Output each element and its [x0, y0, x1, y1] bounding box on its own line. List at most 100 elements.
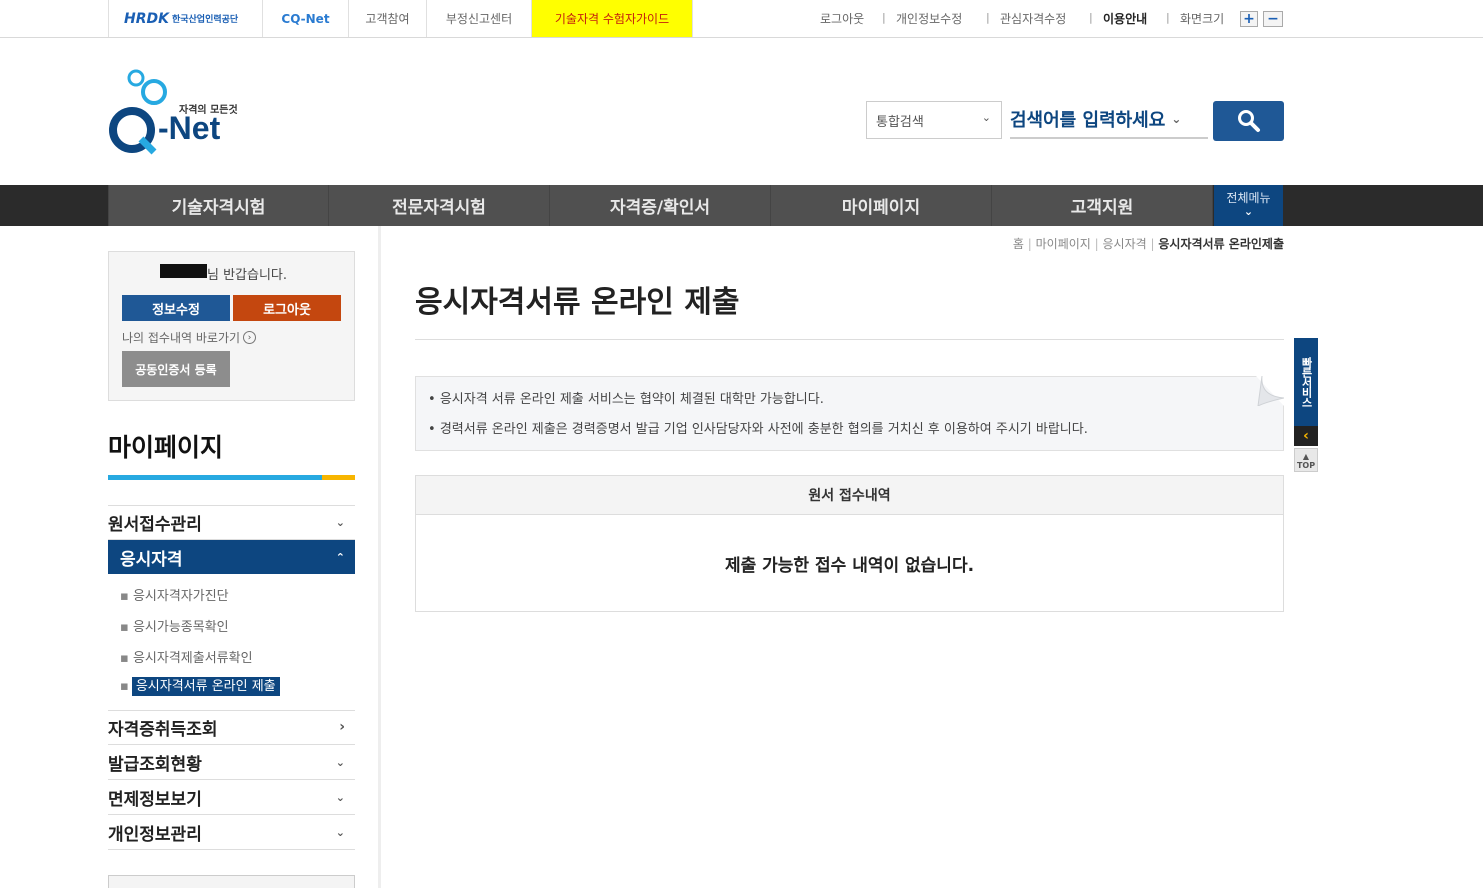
- notice-box: • 응시자격 서류 온라인 제출 서비스는 협약이 체결된 대학만 가능합니다.…: [415, 376, 1284, 451]
- masked-username: [160, 264, 207, 278]
- gnb-certificate[interactable]: 자격증/확인서: [550, 185, 771, 226]
- zoom-out-button[interactable]: −: [1263, 11, 1283, 27]
- breadcrumb-eligibility[interactable]: 응시자격: [1103, 237, 1147, 251]
- submenu-self-check[interactable]: ▪ 응시자격자가진단: [120, 585, 229, 604]
- gnb-mypage[interactable]: 마이페이지: [771, 185, 992, 226]
- separator: |: [1089, 11, 1093, 24]
- exam-guide-link[interactable]: 기술자격 수험자가이드: [531, 0, 693, 37]
- separator: |: [1027, 237, 1036, 251]
- sidebar-title: 마이페이지: [108, 433, 224, 462]
- separator: |: [986, 11, 990, 24]
- submenu-label: 응시자격제출서류확인: [132, 651, 253, 666]
- sidebar-item-issue-status[interactable]: 발급조회현황 ⌄: [108, 745, 355, 780]
- all-menu-button[interactable]: 전체메뉴 ⌄: [1214, 185, 1283, 226]
- notice-item: • 경력서류 온라인 제출은 경력증명서 발급 기업 인사담당자와 사전에 충분…: [428, 418, 1088, 437]
- user-box: 님 반갑습니다. 정보수정 로그아웃 나의 접수내역 바로가기 › 공동인증서 …: [108, 251, 355, 401]
- bullet-icon: •: [428, 392, 440, 407]
- interest-edit-link[interactable]: 관심자격수정: [1000, 10, 1066, 27]
- sidebar-item-label: 자격증취득조회: [108, 719, 218, 740]
- sidebar-item-label: 면제정보보기: [108, 789, 202, 810]
- cqnet-logo-text: CQ-Net: [281, 11, 330, 26]
- sidebar-item-label: 발급조회현황: [108, 754, 202, 775]
- sidebar-banner: [108, 875, 355, 888]
- logout-button[interactable]: 로그아웃: [233, 295, 341, 321]
- cert-register-button[interactable]: 공동인증서 등록: [122, 351, 230, 387]
- bullet-icon: ▪: [120, 651, 133, 666]
- notice-text: 경력서류 온라인 제출은 경력증명서 발급 기업 인사담당자와 사전에 충분한 …: [439, 422, 1088, 437]
- chevron-up-icon: ⌃: [335, 550, 345, 564]
- logo-text: -Net: [158, 110, 221, 146]
- chevron-down-icon: ⌄: [335, 790, 345, 804]
- logout-link[interactable]: 로그아웃: [820, 10, 864, 27]
- bullet-icon: ▪: [120, 620, 133, 635]
- breadcrumb-mypage[interactable]: 마이페이지: [1036, 237, 1091, 251]
- usage-guide-link[interactable]: 이용안내: [1103, 10, 1147, 27]
- title-divider: [415, 339, 1284, 340]
- hrdk-logo[interactable]: HRDK 한국산업인력공단: [108, 0, 276, 37]
- sidebar-item-label: 개인정보관리: [108, 824, 202, 845]
- chevron-down-icon: ⌄: [335, 825, 345, 839]
- sidebar-item-eligibility[interactable]: 응시자격 ⌃: [108, 540, 355, 574]
- submenu-label-active: 응시자격서류 온라인 제출: [131, 677, 280, 696]
- sidebar-item-application[interactable]: 원서접수관리 ⌄: [108, 505, 355, 540]
- search-scope-value: 통합검색: [876, 114, 924, 130]
- title-underline-gold: [322, 475, 355, 480]
- sidebar-item-personal-info[interactable]: 개인정보관리 ⌄: [108, 815, 355, 850]
- main-navigation: 기술자격시험 전문자격시험 자격증/확인서 마이페이지 고객지원 전체메뉴 ⌄: [0, 185, 1483, 226]
- search-scope-select[interactable]: 통합검색 ⌄: [866, 101, 1002, 139]
- gnb-support[interactable]: 고객지원: [992, 185, 1213, 226]
- breadcrumb-home[interactable]: 홈: [1013, 237, 1024, 251]
- top-button[interactable]: ▲ TOP: [1294, 448, 1318, 472]
- profile-edit-link[interactable]: 개인정보수정: [896, 10, 962, 27]
- separator: |: [882, 11, 886, 24]
- shortcut-label: 나의 접수내역 바로가기: [122, 331, 241, 345]
- zoom-in-button[interactable]: +: [1240, 11, 1258, 27]
- sidebar-item-label: 원서접수관리: [108, 514, 202, 535]
- sidebar-divider: [378, 226, 381, 888]
- search-button[interactable]: [1213, 101, 1284, 141]
- chevron-left-icon: ‹: [1303, 428, 1309, 444]
- title-underline-blue: [108, 475, 322, 480]
- edit-info-label: 정보수정: [152, 302, 200, 318]
- breadcrumb-current: 응시자격서류 온라인제출: [1158, 237, 1284, 251]
- submenu-required-docs[interactable]: ▪ 응시자격제출서류확인: [120, 647, 253, 666]
- bullet-icon: •: [428, 422, 440, 437]
- minus-icon: −: [1267, 11, 1279, 27]
- cert-register-label: 공동인증서 등록: [135, 362, 217, 377]
- chevron-right-icon: ›: [339, 719, 345, 735]
- submenu-label: 응시자격자가진단: [132, 589, 229, 604]
- link-report[interactable]: 부정신고센터: [426, 0, 531, 37]
- all-menu-label: 전체메뉴: [1226, 191, 1271, 205]
- page-title: 응시자격서류 온라인 제출: [415, 285, 740, 320]
- separator: |: [1094, 237, 1103, 251]
- gnb-label: 자격증/확인서: [609, 198, 711, 218]
- separator: |: [1166, 11, 1170, 24]
- sidebar-item-exemption[interactable]: 면제정보보기 ⌄: [108, 780, 355, 815]
- application-shortcut-link[interactable]: 나의 접수내역 바로가기 ›: [122, 329, 257, 346]
- submenu-available-items[interactable]: ▪ 응시가능종목확인: [120, 616, 229, 635]
- greeting-text: 님 반갑습니다.: [207, 268, 288, 283]
- link-report-label: 부정신고센터: [445, 12, 513, 26]
- bullet-icon: ▪: [120, 589, 133, 604]
- hrdk-logo-sub: 한국산업인력공단: [171, 15, 239, 25]
- search-input[interactable]: 검색어를 입력하세요 ⌄: [1010, 101, 1208, 139]
- gnb-label: 전문자격시험: [392, 198, 486, 218]
- table-header: 원서 접수내역: [416, 476, 1283, 515]
- search-icon: [1237, 110, 1260, 132]
- submenu-online-submit[interactable]: ▪ 응시자격서류 온라인 제출: [120, 675, 280, 696]
- link-customer[interactable]: 고객참여: [348, 0, 426, 37]
- caret-up-icon: ▲: [1302, 452, 1310, 461]
- notice-item: • 응시자격 서류 온라인 제출 서비스는 협약이 체결된 대학만 가능합니다.: [428, 388, 824, 407]
- gnb-label: 고객지원: [1070, 198, 1134, 218]
- edit-info-button[interactable]: 정보수정: [122, 295, 230, 321]
- exam-guide-label: 기술자격 수험자가이드: [554, 12, 670, 26]
- sidebar-item-license-lookup[interactable]: 자격증취득조회 ›: [108, 710, 355, 745]
- gnb-tech-exam[interactable]: 기술자격시험: [108, 185, 329, 226]
- quick-toggle-button[interactable]: ‹: [1294, 426, 1318, 446]
- top-label: TOP: [1296, 461, 1316, 470]
- cqnet-logo[interactable]: CQ-Net: [262, 0, 348, 37]
- qnet-logo[interactable]: 자격의 모든것 -Net: [108, 66, 248, 158]
- quick-service-tab[interactable]: 빠른서비스: [1294, 338, 1318, 426]
- empty-message-row: 제출 가능한 접수 내역이 없습니다.: [416, 515, 1283, 611]
- gnb-pro-exam[interactable]: 전문자격시험: [329, 185, 550, 226]
